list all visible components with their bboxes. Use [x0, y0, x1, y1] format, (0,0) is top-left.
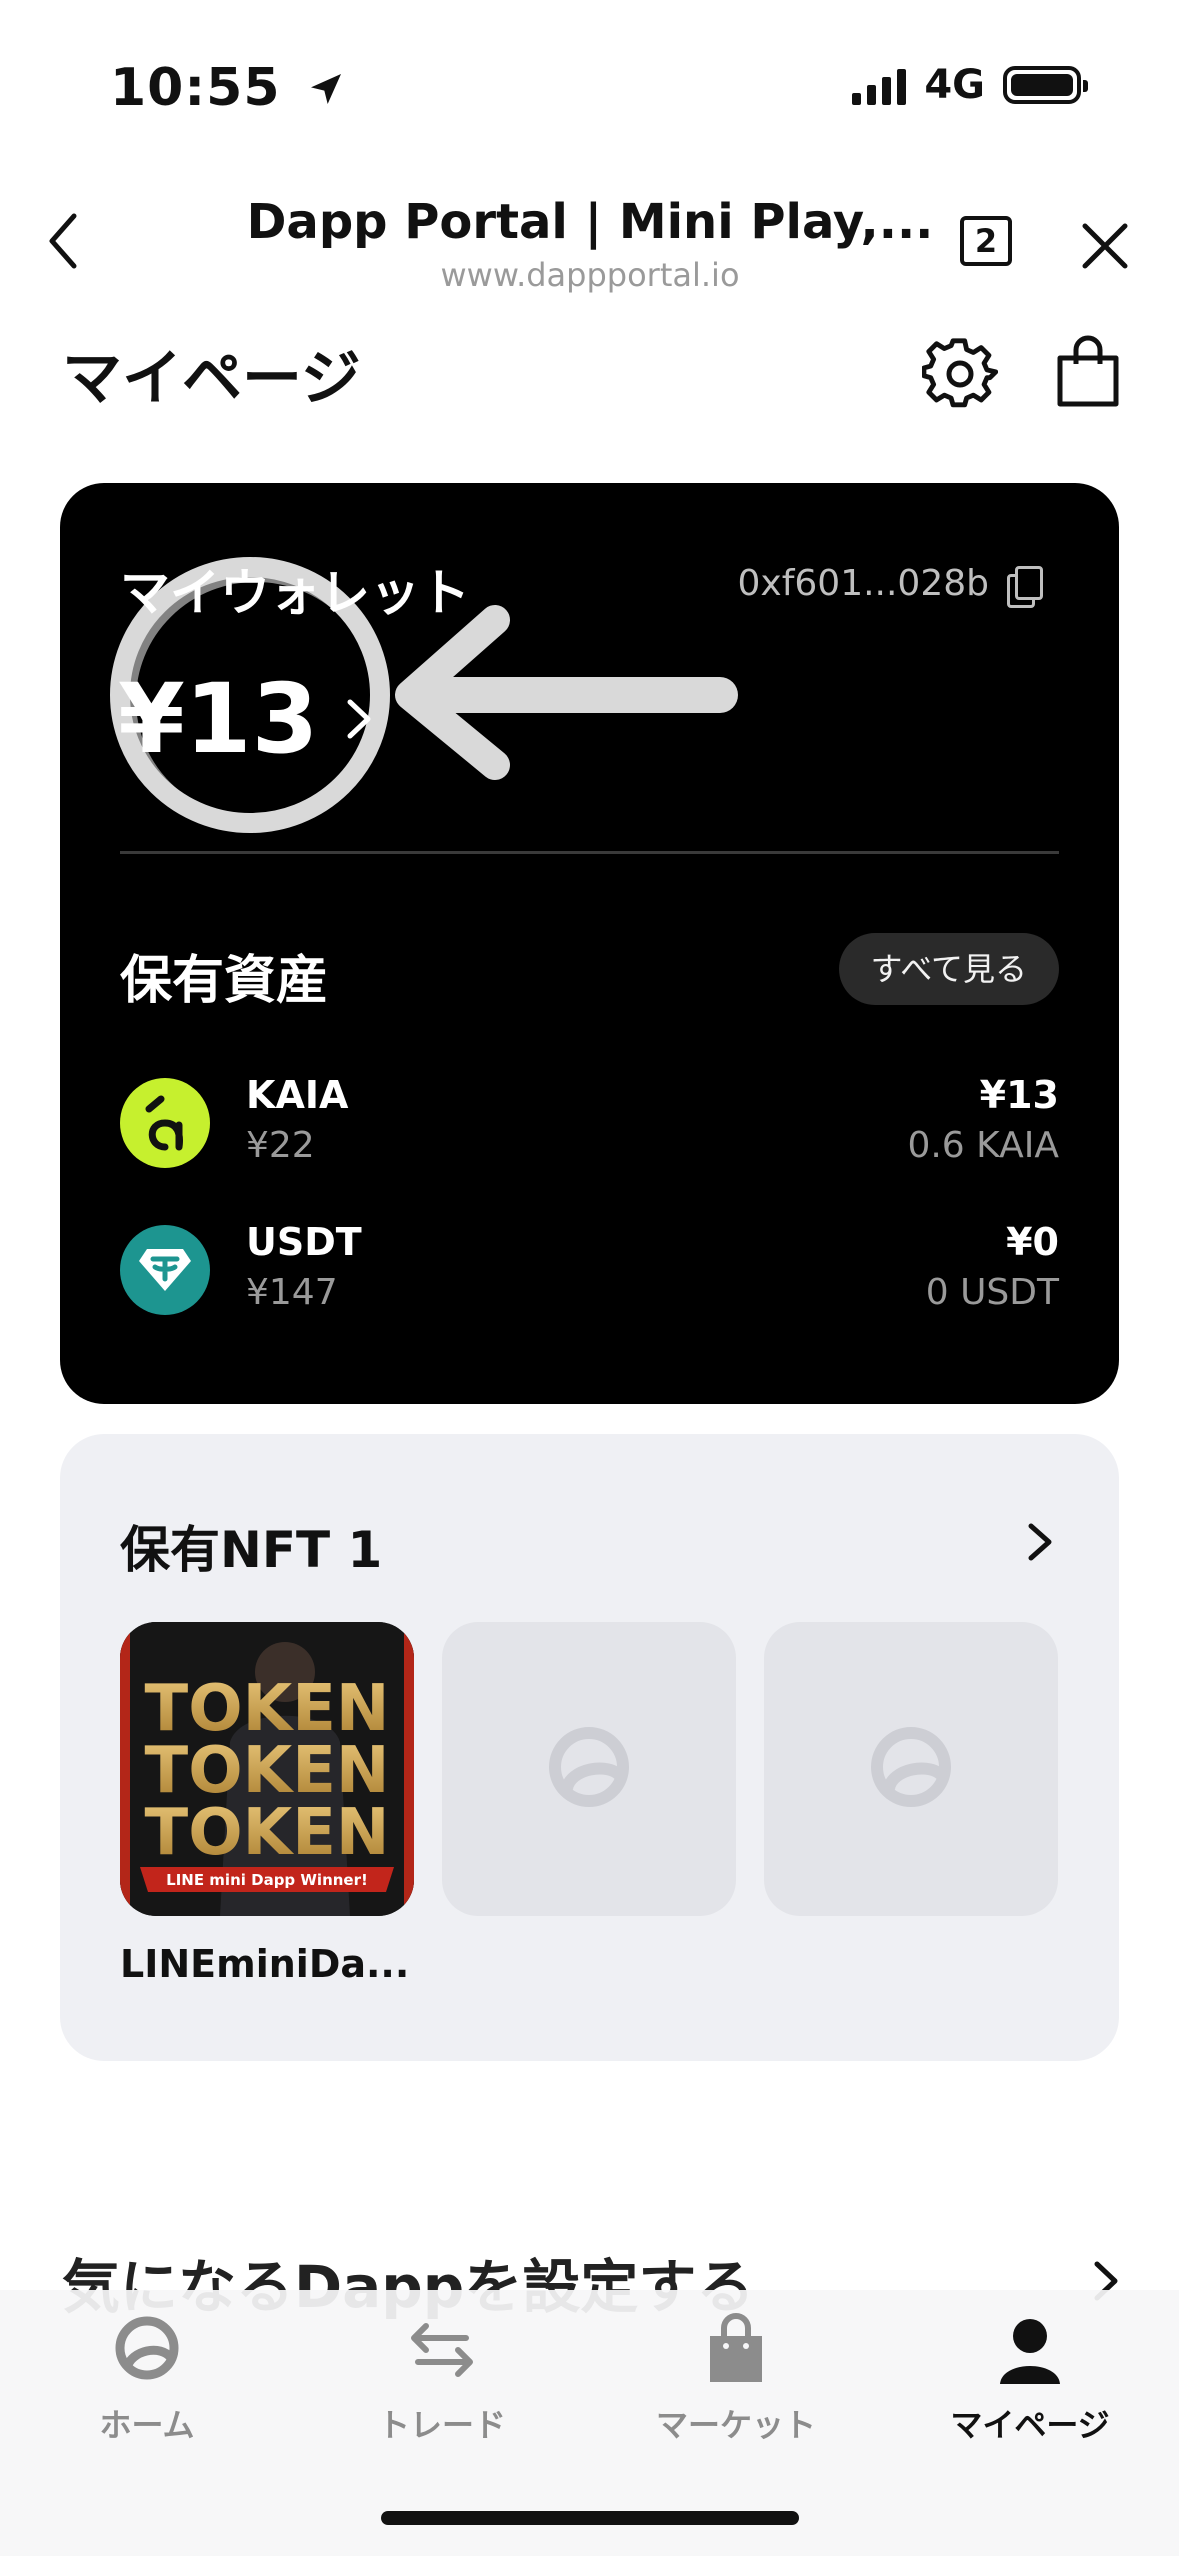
wallet-title: マイウォレット — [120, 564, 470, 622]
tabs-count-button[interactable]: 2 — [960, 216, 1012, 266]
asset-value: ¥13 — [979, 1073, 1059, 1117]
asset-rate: ¥22 — [246, 1125, 315, 1166]
nft-item-name: LINEminiDa... — [120, 1942, 410, 1986]
user-icon — [1000, 2319, 1060, 2384]
nav-label: トレード — [377, 2406, 506, 2444]
nav-market[interactable]: マーケット — [606, 2310, 866, 2446]
asset-amount: 0.6 KAIA — [907, 1125, 1059, 1166]
view-all-button[interactable]: すべて見る — [838, 933, 1059, 1005]
page-title: マイページ — [62, 344, 361, 414]
network-type: 4G — [924, 62, 985, 108]
assets-title: 保有資産 — [120, 951, 329, 1011]
placeholder-logo-icon — [871, 1727, 951, 1807]
nav-label: マイページ — [950, 2406, 1110, 2444]
asset-amount: 0 USDT — [925, 1272, 1059, 1313]
back-chevron-icon[interactable] — [30, 206, 100, 276]
tether-logo-icon — [120, 1225, 210, 1315]
nft-placeholder-tile — [442, 1622, 736, 1916]
asset-name: KAIA — [246, 1073, 349, 1117]
copy-icon[interactable] — [1007, 565, 1043, 608]
wallet-address[interactable]: 0xf601...028b — [737, 563, 1043, 608]
asset-row-kaia[interactable]: KAIA ¥22 ¥13 0.6 KAIA — [120, 1073, 1059, 1173]
status-indicators: 4G — [852, 62, 1088, 108]
asset-rate: ¥147 — [246, 1272, 338, 1313]
nft-card: 保有NFT 1 TOKEN TOKEN TOKEN LINE mini Dapp… — [60, 1434, 1119, 2061]
status-time: 10:55 — [110, 58, 346, 118]
status-bar: 10:55 4G — [0, 0, 1179, 170]
placeholder-logo-icon — [549, 1727, 629, 1807]
nav-label: マーケット — [655, 2406, 816, 2444]
nft-banner-text: LINE mini Dapp Winner! — [166, 1871, 368, 1889]
bag-icon — [710, 2313, 762, 2382]
home-indicator — [381, 2511, 799, 2525]
nft-title: 保有NFT 1 — [120, 1521, 383, 1579]
nft-text-line3: TOKEN — [145, 1796, 390, 1870]
asset-row-usdt[interactable]: USDT ¥147 ¥0 0 USDT — [120, 1220, 1059, 1320]
nav-home[interactable]: ホーム — [17, 2310, 277, 2446]
nav-label: ホーム — [99, 2406, 195, 2444]
location-arrow-icon — [310, 74, 341, 104]
nft-tile[interactable]: TOKEN TOKEN TOKEN LINE mini Dapp Winner! — [120, 1622, 414, 1916]
close-icon[interactable] — [1075, 216, 1135, 276]
browser-title: Dapp Portal | Mini Play,... — [246, 194, 934, 250]
nav-mypage[interactable]: マイページ — [900, 2310, 1160, 2446]
chevron-right-icon[interactable] — [1019, 1518, 1059, 1566]
asset-value: ¥0 — [1006, 1220, 1059, 1264]
browser-url: www.dappportal.io — [440, 256, 740, 294]
wallet-balance: ¥13 — [118, 663, 319, 775]
kaia-logo-icon — [120, 1078, 210, 1168]
asset-name: USDT — [246, 1220, 362, 1264]
trade-icon — [411, 2323, 473, 2377]
nav-trade[interactable]: トレード — [312, 2310, 572, 2446]
gear-icon[interactable] — [922, 336, 998, 412]
shopping-bag-icon[interactable] — [1050, 334, 1126, 410]
signal-icon — [852, 65, 907, 105]
chevron-right-icon — [347, 699, 371, 739]
wallet-balance-link[interactable]: ¥13 — [118, 663, 378, 775]
nft-image: TOKEN TOKEN TOKEN LINE mini Dapp Winner! — [120, 1622, 414, 1916]
battery-icon — [1003, 66, 1088, 104]
browser-header: Dapp Portal | Mini Play,... www.dappport… — [0, 180, 1179, 310]
home-icon — [115, 2316, 179, 2380]
nft-placeholder-tile — [764, 1622, 1058, 1916]
divider — [120, 851, 1059, 854]
wallet-address-text: 0xf601...028b — [737, 563, 990, 604]
wallet-card: マイウォレット 0xf601...028b ¥13 保有資産 すべて見る KAI… — [60, 483, 1119, 1404]
